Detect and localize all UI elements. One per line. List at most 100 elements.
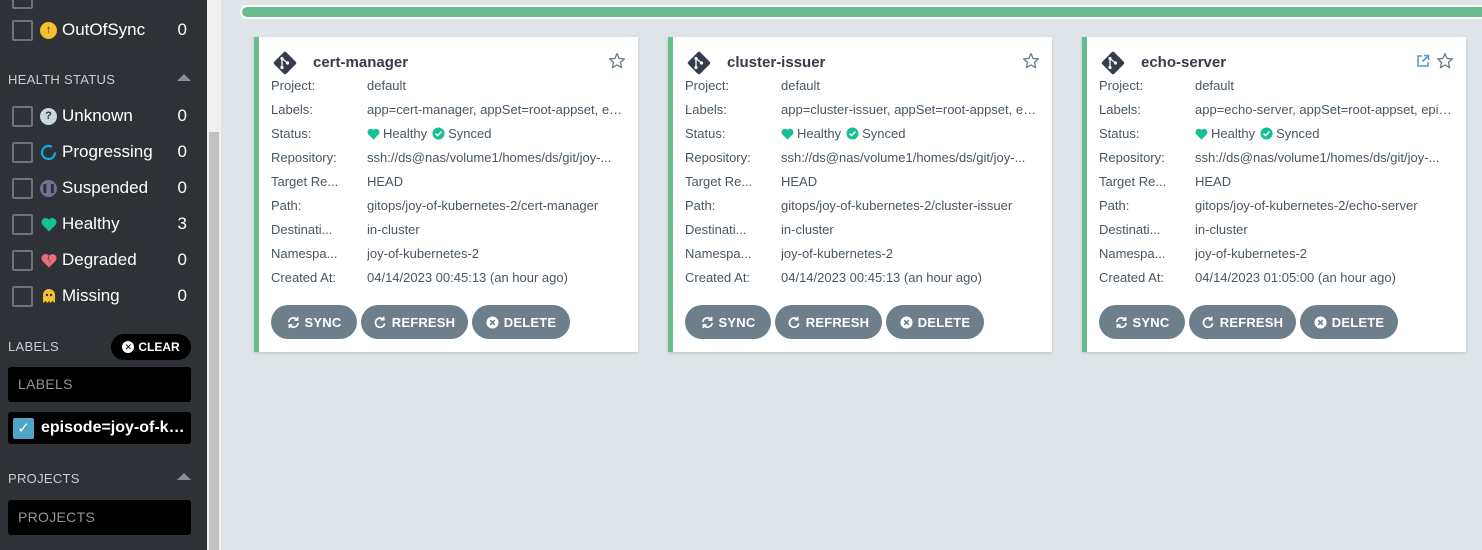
app-name[interactable]: cluster-issuer [727,54,825,71]
delete-label: DELETE [917,314,971,330]
field-label: Namespa... [685,246,752,261]
field-value-labels: app=cluster-issuer, appSet=root-appset, … [781,102,1041,117]
clear-label: CLEAR [138,340,180,354]
delete-button[interactable]: DELETE [886,305,984,339]
sync-label: SYNC [1132,314,1170,330]
refresh-button[interactable]: REFRESH [775,305,882,339]
close-circle-icon [486,315,499,329]
field-value-path: gitops/joy-of-kubernetes-2/cert-manager [367,198,599,213]
filter-row-unknown[interactable]: ? Unknown 0 [0,104,195,128]
ghost-icon [40,288,57,305]
heart-icon [1195,128,1208,140]
filter-count: 0 [177,142,187,161]
field-label: Repository: [685,150,751,165]
field-label: Path: [1099,198,1130,213]
sync-button[interactable]: SYNC [1099,305,1185,339]
git-icon [273,51,297,75]
field-value-destination: in-cluster [781,222,834,237]
filter-label: Unknown [62,106,133,125]
projects-placeholder: PROJECTS [18,509,96,525]
field-value-target: HEAD [367,174,404,189]
refresh-icon [788,316,800,328]
labels-placeholder: LABELS [18,376,73,392]
filter-count: 0 [177,106,187,125]
refresh-label: REFRESH [805,314,870,330]
sync-label: SYNC [718,314,756,330]
filter-count: 0 [177,250,187,269]
field-value-repository: ssh://ds@nas/volume1/homes/ds/git/joy-..… [367,150,612,165]
app-card[interactable]: cert-manager Project: default Labels: app=… [254,37,638,352]
delete-button[interactable]: DELETE [472,305,570,339]
card-actions: SYNC REFRESH DELETE [685,305,984,339]
filter-row-healthy[interactable]: Healthy 3 [0,212,195,236]
star-icon[interactable] [1436,52,1454,70]
filter-label: Healthy [62,214,120,233]
collapse-caret-icon[interactable] [177,473,191,480]
delete-button[interactable]: DELETE [1300,305,1398,339]
sync-icon [701,316,713,328]
close-circle-icon [1314,315,1327,329]
health-status: Healthy [1211,126,1256,141]
field-value-project: default [1195,78,1235,93]
refresh-icon [374,316,386,328]
checkmark-icon[interactable]: ✓ [13,417,34,439]
collapse-caret-icon[interactable] [177,74,191,81]
filter-row-progressing[interactable]: Progressing 0 [0,140,195,164]
filter-label: Progressing [62,142,153,161]
sync-button[interactable]: SYNC [271,305,357,339]
field-label: Status: [1099,126,1140,141]
field-label: Labels: [271,102,313,117]
filter-row-synced[interactable] [0,0,195,10]
checkbox[interactable] [12,141,33,163]
field-value-repository: ssh://ds@nas/volume1/homes/ds/git/joy-..… [1195,150,1440,165]
external-link-icon[interactable] [1416,54,1430,68]
filter-row-degraded[interactable]: Degraded 0 [0,248,195,272]
field-label: Destinati... [1099,222,1161,237]
selected-label-chip[interactable]: ✓ episode=joy-of-ku... [8,412,191,444]
sync-button[interactable]: SYNC [685,305,771,339]
refresh-button[interactable]: REFRESH [361,305,468,339]
field-label: Target Re... [271,174,339,189]
scrollbar-thumb[interactable] [209,132,219,550]
sidebar-scrollbar[interactable] [207,0,221,550]
health-status: Healthy [383,126,428,141]
broken-heart-icon [40,252,57,269]
clear-labels-button[interactable]: ✕ CLEAR [111,334,191,360]
filter-row-missing[interactable]: Missing 0 [0,284,195,308]
filter-row-outofsync[interactable]: ↑ OutOfSync 0 [0,18,195,42]
star-icon[interactable] [608,52,626,70]
close-icon: ✕ [122,341,135,353]
checkbox[interactable] [12,19,33,41]
field-value-path: gitops/joy-of-kubernetes-2/cluster-issue… [781,198,1013,213]
checkbox[interactable] [12,285,33,307]
labels-input[interactable]: LABELS [8,367,191,402]
field-label: Target Re... [685,174,753,189]
pause-circle-icon: ❚❚ [40,179,57,197]
app-name[interactable]: echo-server [1141,54,1226,71]
field-label: Created At: [685,270,751,285]
field-value-created: 04/14/2023 00:45:13 (an hour ago) [367,270,568,285]
checkbox[interactable] [12,213,33,235]
field-value-project: default [781,78,821,93]
filter-label: OutOfSync [62,20,146,39]
checkbox[interactable] [12,105,33,127]
projects-input[interactable]: PROJECTS [8,500,191,535]
progress-circle-icon [40,144,57,161]
sync-icon [1115,316,1127,328]
field-value-labels: app=echo-server, appSet=root-appset, epi… [1195,102,1455,117]
filter-row-suspended[interactable]: ❚❚ Suspended 0 [0,176,195,200]
field-value-created: 04/14/2023 00:45:13 (an hour ago) [781,270,982,285]
refresh-label: REFRESH [391,314,456,330]
refresh-button[interactable]: REFRESH [1189,305,1296,339]
field-label: Created At: [1099,270,1165,285]
star-icon[interactable] [1022,52,1040,70]
app-card[interactable]: echo-server Project: default Labels: app=e… [1082,37,1466,352]
heart-icon [40,216,57,233]
checkbox[interactable] [12,177,33,199]
checkbox[interactable] [12,249,33,271]
filter-count: 0 [177,286,187,305]
app-name[interactable]: cert-manager [313,54,408,71]
field-value-repository: ssh://ds@nas/volume1/homes/ds/git/joy-..… [781,150,1026,165]
app-card[interactable]: cluster-issuer Project: default Labels: ap… [668,37,1052,352]
checkbox[interactable] [12,0,33,9]
